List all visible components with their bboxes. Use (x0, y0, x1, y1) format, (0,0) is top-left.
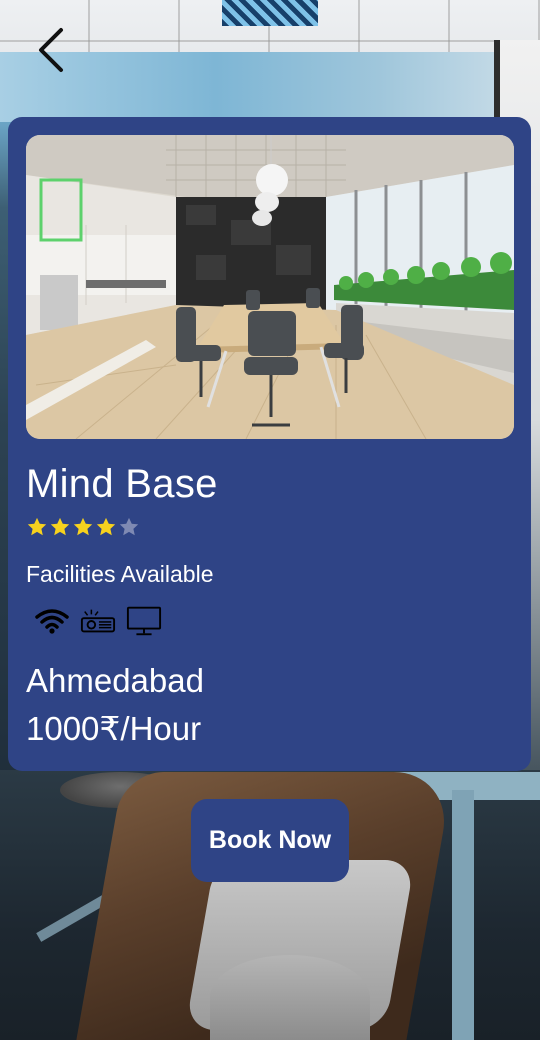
book-now-button[interactable]: Book Now (191, 799, 349, 882)
monitor-icon (126, 604, 162, 638)
chair-cushion (210, 955, 370, 1040)
facility-icons (34, 604, 162, 638)
venue-photo (26, 135, 514, 439)
ceiling-vent (222, 0, 318, 26)
star-filled-icon (73, 517, 93, 536)
venue-price: 1000₹/Hour (26, 710, 202, 747)
wifi-icon (34, 604, 70, 638)
venue-city: Ahmedabad (26, 662, 204, 699)
star-filled-icon (27, 517, 47, 536)
back-arrow-icon (39, 28, 63, 72)
venue-card: Mind Base Facilities Available Ahmedabad… (8, 117, 531, 771)
rating-stars (26, 516, 140, 538)
facilities-label: Facilities Available (26, 561, 214, 587)
conference-room-illustration (26, 135, 514, 439)
star-filled-icon (96, 517, 116, 536)
projector-icon (80, 604, 116, 638)
star-filled-icon (50, 517, 70, 536)
table-leg (452, 790, 474, 1040)
star-empty-icon (119, 517, 139, 536)
wall (0, 52, 540, 122)
venue-name: Mind Base (26, 462, 218, 506)
back-button[interactable] (30, 26, 70, 74)
